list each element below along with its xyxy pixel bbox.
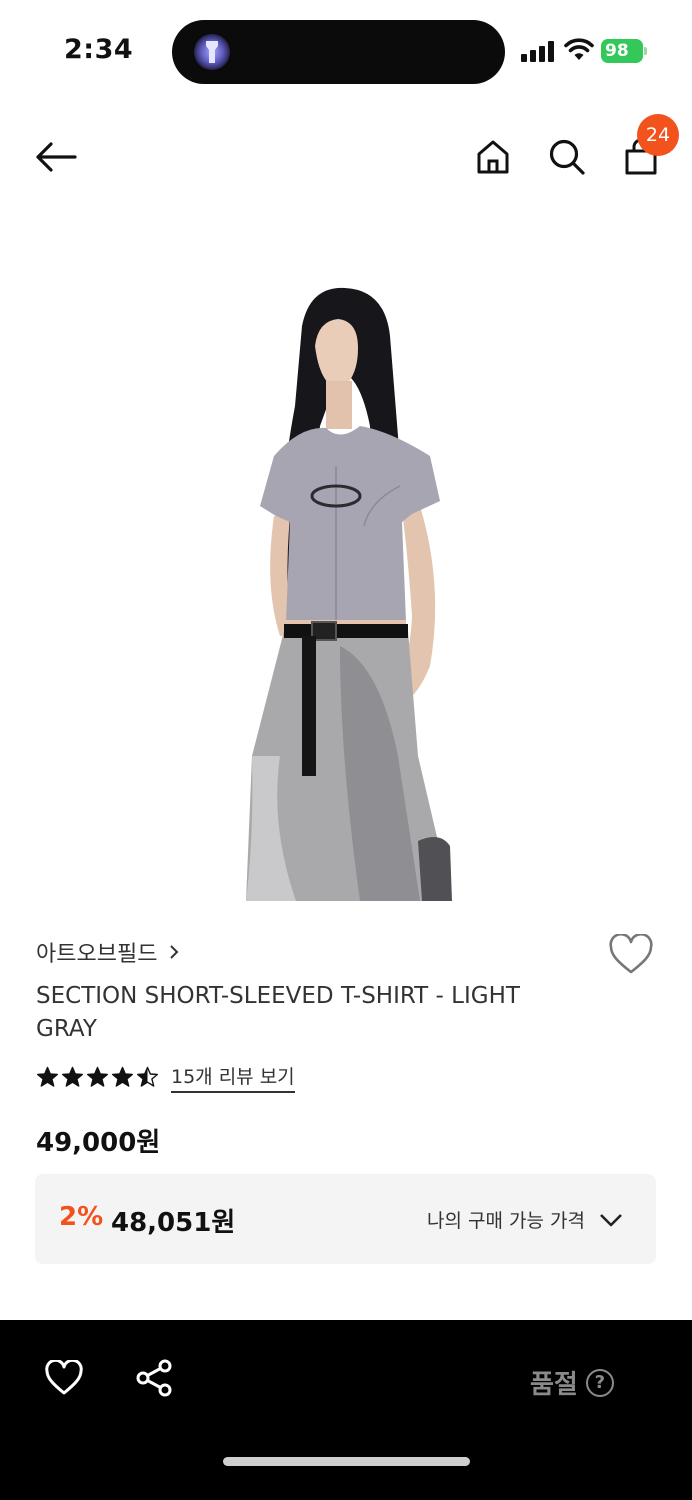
- discount-rate: 2%: [59, 1202, 104, 1232]
- star-icon: [112, 1066, 133, 1087]
- star-icon: [37, 1066, 58, 1087]
- home-indicator: [223, 1457, 470, 1466]
- status-time: 2:34: [64, 34, 134, 65]
- help-icon[interactable]: ?: [585, 1368, 614, 1397]
- product-title: SECTION SHORT-SLEEVED T-SHIRT - LIGHT GR…: [36, 983, 520, 1042]
- cart-count-badge: 24: [637, 114, 679, 156]
- star-icon: [87, 1066, 108, 1087]
- star-icon: [62, 1066, 83, 1087]
- home-icon: [477, 140, 509, 174]
- bottom-action-bar: 품절 ?: [0, 1320, 692, 1500]
- rating-row: 15개 리뷰 보기: [36, 1062, 295, 1093]
- dynamic-island: [172, 20, 505, 84]
- search-icon: [549, 139, 585, 175]
- battery-level: 98: [601, 39, 643, 63]
- heart-outline-icon: [45, 1358, 83, 1395]
- chevron-down-icon: [600, 1213, 622, 1226]
- flashlight-icon: [194, 34, 230, 70]
- like-button[interactable]: [44, 1358, 90, 1404]
- top-navigation: [0, 104, 692, 214]
- home-button[interactable]: [470, 134, 516, 180]
- brand-link[interactable]: 아트오브필드: [36, 936, 179, 968]
- heart-outline-icon: [609, 932, 653, 974]
- discount-price: 48,051원: [111, 1208, 236, 1238]
- soldout-label: 품절: [530, 1370, 578, 1400]
- wifi-icon: [564, 38, 594, 60]
- star-rating: [36, 1066, 159, 1088]
- discount-price-panel[interactable]: 2% 48,051원 나의 구매 가능 가격: [35, 1174, 656, 1264]
- product-image[interactable]: [240, 286, 460, 901]
- original-price: 49,000원: [36, 1128, 161, 1158]
- share-icon: [136, 1359, 172, 1397]
- back-button[interactable]: [28, 134, 84, 180]
- my-price-toggle[interactable]: 나의 구매 가능 가격: [427, 1206, 623, 1233]
- soldout-status: 품절 ?: [530, 1364, 614, 1401]
- wishlist-button[interactable]: [608, 932, 658, 982]
- status-bar: 2:34 98: [0, 0, 692, 104]
- my-price-label: 나의 구매 가능 가격: [427, 1210, 585, 1232]
- cellular-signal-icon: [521, 40, 555, 62]
- battery-icon: 98: [601, 39, 647, 63]
- brand-name: 아트오브필드: [36, 942, 158, 967]
- share-button[interactable]: [134, 1358, 180, 1404]
- review-link[interactable]: 15개 리뷰 보기: [171, 1062, 295, 1093]
- chevron-right-icon: [170, 945, 179, 959]
- arrow-left-icon: [36, 142, 77, 172]
- search-button[interactable]: [544, 134, 590, 180]
- star-icon: [137, 1066, 158, 1087]
